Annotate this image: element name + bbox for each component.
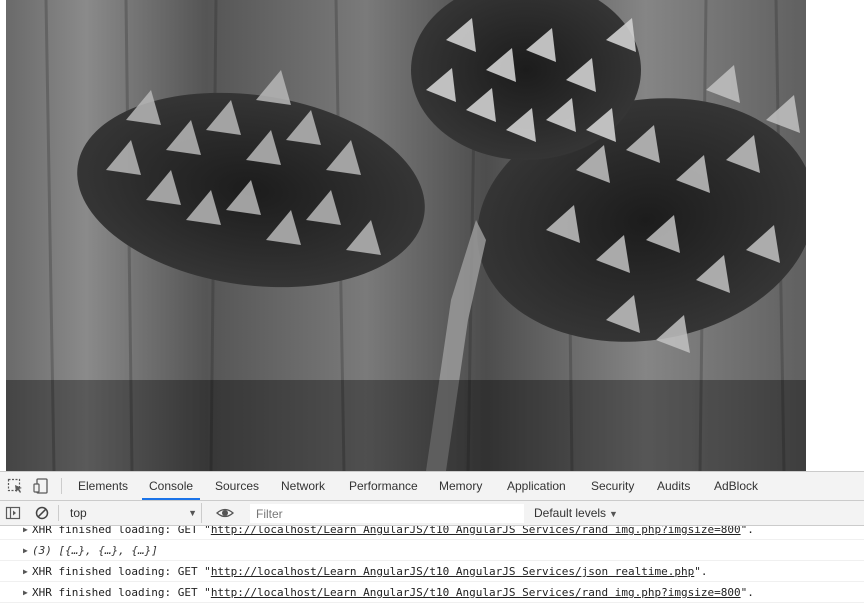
console-message[interactable]: ▶ XHR finished loading: GET "http://loca… <box>0 526 864 540</box>
dropdown-arrow-icon: ▼ <box>609 509 618 519</box>
tab-security[interactable]: Security <box>584 472 641 500</box>
tab-audits[interactable]: Audits <box>650 472 697 500</box>
pinecone-image-graphic <box>6 0 806 471</box>
devtools-tabbar: Elements Console Sources Network Perform… <box>0 472 864 501</box>
message-text: XHR finished loading: GET " <box>32 586 211 599</box>
object-preview[interactable]: (3) [{…}, {…}, {…}] <box>32 540 158 561</box>
pinecone-photo <box>6 0 806 471</box>
message-text: XHR finished loading: GET " <box>32 526 211 536</box>
log-levels-dropdown[interactable]: Default levels ▼ <box>528 503 618 523</box>
expand-triangle-icon[interactable]: ▶ <box>23 582 28 603</box>
page-viewport <box>0 0 864 471</box>
tab-performance[interactable]: Performance <box>342 472 425 500</box>
tab-memory[interactable]: Memory <box>432 472 489 500</box>
console-messages: ▶ XHR finished loading: GET "http://loca… <box>0 526 864 604</box>
context-value: top <box>70 506 87 520</box>
tab-console[interactable]: Console <box>142 472 201 500</box>
message-url-link[interactable]: http://localhost/Learn AngularJS/t10 Ang… <box>211 526 741 536</box>
tab-sources[interactable]: Sources <box>208 472 266 500</box>
expand-triangle-icon[interactable]: ▶ <box>23 526 28 540</box>
tab-network[interactable]: Network <box>274 472 332 500</box>
devtools-panel: Elements Console Sources Network Perform… <box>0 471 864 604</box>
inspect-element-icon[interactable] <box>6 477 24 495</box>
console-filter-input[interactable] <box>250 504 524 523</box>
message-url-link[interactable]: http://localhost/Learn AngularJS/t10 Ang… <box>211 586 741 599</box>
message-suffix: ". <box>740 526 754 536</box>
message-suffix: ". <box>740 586 754 599</box>
message-url-link[interactable]: http://localhost/Learn AngularJS/t10 Ang… <box>211 565 694 578</box>
context-select[interactable]: top ▼ <box>64 503 202 523</box>
message-text: XHR finished loading: GET " <box>32 565 211 578</box>
dropdown-arrow-icon: ▼ <box>188 508 197 518</box>
tab-application[interactable]: Application <box>500 472 573 500</box>
toolbar-divider <box>58 505 59 521</box>
message-suffix: ". <box>694 565 708 578</box>
tab-adblock[interactable]: AdBlock <box>707 472 765 500</box>
console-message[interactable]: ▶ (3) [{…}, {…}, {…}] <box>0 540 864 561</box>
console-message[interactable]: ▶ XHR finished loading: GET "http://loca… <box>0 561 864 582</box>
console-message[interactable]: ▶ XHR finished loading: GET "http://loca… <box>0 582 864 603</box>
tab-elements[interactable]: Elements <box>71 472 135 500</box>
toolbar-divider <box>61 478 62 494</box>
live-expression-eye-icon[interactable] <box>216 504 234 522</box>
sidebar-toggle-icon[interactable] <box>4 504 22 522</box>
log-levels-label: Default levels <box>534 506 607 520</box>
expand-triangle-icon[interactable]: ▶ <box>23 540 28 561</box>
console-toolbar: top ▼ Default levels▼ <box>0 501 864 526</box>
expand-triangle-icon[interactable]: ▶ <box>23 561 28 582</box>
clear-console-icon[interactable] <box>33 504 51 522</box>
device-toolbar-icon[interactable] <box>32 477 50 495</box>
